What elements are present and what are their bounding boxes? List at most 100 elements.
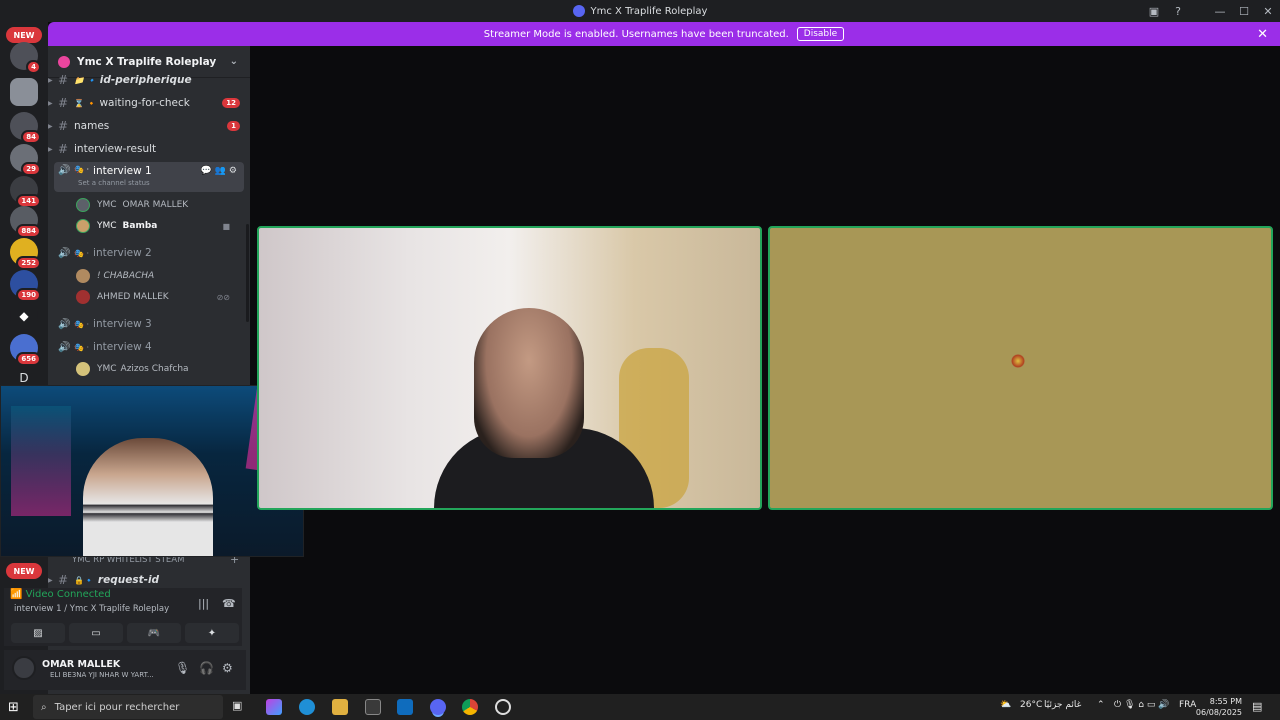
channel-names[interactable]: ▶ # names 1 (48, 116, 244, 136)
video-tile-screen-share[interactable] (768, 226, 1273, 510)
user-tag: YMC (97, 364, 117, 374)
server-icon[interactable] (10, 78, 38, 106)
server-icon[interactable]: 84 (10, 112, 41, 144)
video-tile-camera[interactable] (257, 226, 762, 510)
screen-share-button[interactable]: ▭ (69, 623, 123, 643)
close-banner-icon[interactable]: ✕ (1257, 27, 1268, 42)
user-name: Bamba (122, 221, 158, 231)
weather-icon[interactable]: ⛅ (1000, 700, 1011, 710)
voice-user[interactable]: YMC Bamba ■ (76, 216, 236, 236)
streamer-facecam (83, 438, 213, 556)
server-icon[interactable]: 656 (10, 334, 41, 366)
search-icon: ⌕ (41, 701, 47, 713)
user-avatar[interactable] (12, 656, 36, 680)
unread-arrow-icon: ▶ (48, 122, 53, 130)
noise-suppression-icon[interactable]: ||| (198, 597, 209, 610)
guild-name: Ymc X Traplife Roleplay (77, 55, 217, 68)
channel-name: waiting-for-check (99, 97, 190, 109)
server-icon[interactable]: 252 (10, 238, 41, 270)
maximize-button[interactable]: ☐ (1232, 5, 1256, 18)
voice-user[interactable]: YMC OMAR MALLEK (76, 195, 236, 215)
language-indicator[interactable]: FRA (1179, 700, 1196, 710)
obs-icon[interactable] (495, 699, 511, 715)
speaker-icon: 🔊 (58, 341, 71, 353)
edge-browser-icon[interactable] (299, 699, 315, 715)
server-icon[interactable]: 141 (10, 176, 41, 208)
windows-start-icon[interactable]: ⊞ (8, 700, 19, 715)
channel-emoji-icon: 🎭 · (74, 248, 90, 258)
voice-user[interactable]: YMC Azizos Chafcha (76, 359, 236, 379)
chrome-icon[interactable] (462, 699, 478, 715)
channel-prefix-emoji: 📁 🔹 (74, 75, 97, 85)
channel-emoji-icon: 🎭 · (74, 342, 90, 352)
store-icon[interactable] (365, 699, 381, 715)
user-custom-status[interactable]: ELI BE3NA YJI NHAR W YART... (50, 671, 154, 679)
new-badge-top: NEW (6, 27, 42, 43)
notifications-icon[interactable]: ▤ (1252, 700, 1262, 713)
server-icon[interactable]: 190 (10, 270, 41, 302)
server-icon[interactable]: 4 (10, 42, 41, 74)
screen-share-icon[interactable]: ▣ (1142, 5, 1166, 18)
channel-name: interview-result (74, 143, 157, 155)
server-icon[interactable]: 29 (10, 144, 41, 176)
close-window-button[interactable]: ✕ (1256, 5, 1280, 18)
channel-name: names (74, 120, 110, 132)
discord-taskbar-icon[interactable] (430, 699, 446, 715)
channel-name: request-id (97, 574, 160, 586)
dice-server-icon[interactable]: ◆ (10, 302, 38, 330)
task-view-icon[interactable]: ▣ (232, 699, 248, 715)
user-settings-gear-icon[interactable]: ⚙ (222, 661, 233, 675)
voice-channel-interview-1[interactable]: 🔊 🎭 · interview 1 💬👥⚙ Set a channel stat… (54, 162, 244, 192)
taskbar-search[interactable]: ⌕ Taper ici pour rechercher (33, 695, 223, 719)
minimize-button[interactable]: — (1208, 5, 1232, 18)
window-title: Ymc X Traplife Roleplay (590, 5, 708, 17)
channel-id-peripherique[interactable]: ▶ # 📁 🔹 id-peripherique (48, 70, 244, 90)
channel-interview-result[interactable]: ▶ # interview-result (48, 139, 244, 159)
signal-icon: 📶 (10, 589, 23, 600)
connection-status[interactable]: 📶 Video Connected (10, 589, 111, 600)
channel-waiting-for-check[interactable]: ▶ # ⌛ 🔸 waiting-for-check 12 (48, 93, 244, 113)
user-name: ! CHABACHA (97, 271, 155, 281)
screen-share-icon: ▭ (91, 627, 101, 639)
help-icon[interactable]: ? (1166, 5, 1190, 18)
weather-description[interactable]: غائم جزئيًا (1044, 700, 1081, 710)
voice-user[interactable]: ! CHABACHA (76, 266, 236, 286)
headphones-icon[interactable]: 🎧 (199, 661, 214, 675)
disconnect-icon[interactable]: ☎ (222, 597, 236, 610)
speaker-icon: 🔊 (58, 247, 71, 259)
avatar (76, 219, 90, 233)
soundboard-icon: ✦ (207, 627, 217, 639)
chevron-down-icon[interactable]: ⌄ (230, 56, 238, 67)
server-icon[interactable]: 884 (10, 206, 41, 238)
muted-deafened-icon: ⊘⊘ (216, 292, 230, 302)
hash-icon: # (58, 96, 69, 110)
tray-icons[interactable]: ⏻ 🎙 ⌂ ▭ 🔊 (1114, 700, 1169, 710)
channel-emoji-icon: 🎭 · (74, 319, 90, 329)
channel-request-id[interactable]: ▶ # 🔒🔹 request-id (48, 570, 244, 590)
user-name[interactable]: OMAR MALLEK (42, 659, 120, 670)
weather-temp[interactable]: 26°C (1020, 700, 1042, 710)
microphone-icon[interactable]: 🎙 (175, 661, 190, 675)
sidebar-scrollbar[interactable] (246, 224, 249, 322)
voice-user[interactable]: AHMED MALLEK ⊘⊘ (76, 287, 236, 307)
voice-channel-interview-4[interactable]: 🔊 🎭 · interview 4 (54, 337, 244, 357)
tray-overflow-icon[interactable]: ⌃ (1097, 700, 1105, 710)
file-explorer-icon[interactable] (332, 699, 348, 715)
soundboard-button[interactable]: ✦ (185, 623, 239, 643)
camera-icon: ■ (222, 221, 230, 231)
user-tag: YMC (97, 200, 117, 210)
voice-channel-interview-2[interactable]: 🔊 🎭 · interview 2 (54, 243, 244, 263)
channel-status[interactable]: Set a channel status (78, 179, 150, 187)
disable-streamer-mode-button[interactable]: Disable (796, 27, 845, 41)
voice-channel-interview-3[interactable]: 🔊 🎭 · interview 3 (54, 314, 244, 334)
channel-actions[interactable]: 💬👥⚙ (201, 166, 240, 176)
copilot-icon[interactable] (266, 699, 282, 715)
activity-button[interactable]: 🎮 (127, 623, 181, 643)
connection-location[interactable]: interview 1 / Ymc X Traplife Roleplay (14, 604, 169, 614)
channel-name: interview 3 (93, 318, 152, 330)
lock-icon: 🔒🔹 (74, 575, 94, 585)
outlook-icon[interactable] (397, 699, 413, 715)
discord-logo-icon (572, 5, 585, 17)
system-clock[interactable]: 8:55 PM 06/08/2025 (1196, 696, 1242, 718)
camera-toggle-button[interactable]: ▨ (11, 623, 65, 643)
